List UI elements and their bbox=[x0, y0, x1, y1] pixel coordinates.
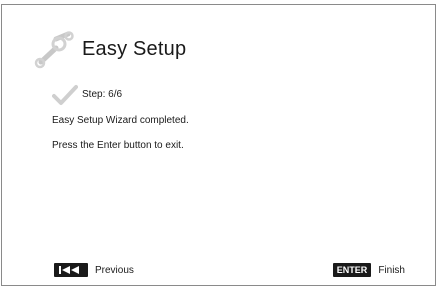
skip-back-icon bbox=[54, 263, 88, 277]
previous-button[interactable]: Previous bbox=[54, 263, 134, 277]
exit-instruction: Press the Enter button to exit. bbox=[52, 140, 184, 151]
setup-window: Easy Setup Step: 6/6 Easy Setup Wizard c… bbox=[1, 4, 436, 286]
finish-label: Finish bbox=[378, 264, 405, 276]
wrench-icon bbox=[32, 29, 76, 69]
step-label: Step: 6/6 bbox=[82, 88, 123, 100]
step-indicator: Step: 6/6 bbox=[52, 81, 122, 107]
previous-label: Previous bbox=[95, 264, 134, 276]
page-title: Easy Setup bbox=[82, 37, 187, 60]
completed-message: Easy Setup Wizard completed. bbox=[52, 115, 189, 126]
header: Easy Setup bbox=[32, 29, 186, 69]
checkmark-icon bbox=[52, 81, 78, 107]
enter-key: ENTER bbox=[332, 263, 372, 277]
finish-button[interactable]: ENTER Finish bbox=[332, 263, 405, 277]
